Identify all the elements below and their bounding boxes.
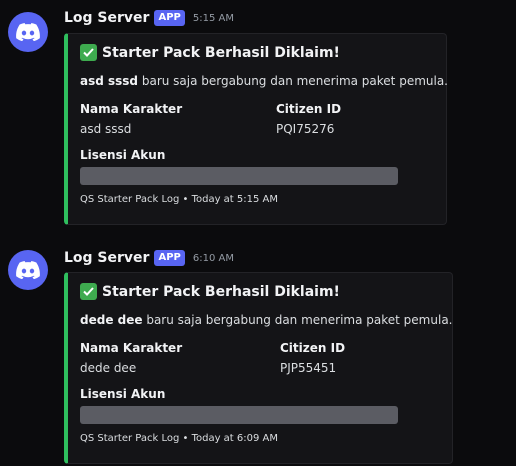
embed-title: Starter Pack Berhasil Diklaim! [80,283,340,300]
embed-footer: QS Starter Pack Log • Today at 5:15 AM [80,194,278,205]
discord-icon [16,23,40,41]
app-badge: APP [154,250,185,266]
field-name-character: Nama Karakter [80,341,183,355]
description-text: baru saja bergabung dan menerima paket p… [142,313,453,327]
field-name-license: Lisensi Akun [80,387,166,401]
message-header: Log Server APP 5:15 AM [64,10,234,26]
embed-description: dede dee baru saja bergabung dan menerim… [80,313,452,327]
avatar[interactable] [8,250,48,290]
message-header: Log Server APP 6:10 AM [64,250,234,266]
field-value-character: asd sssd [80,122,132,136]
timestamp[interactable]: 6:10 AM [193,253,234,264]
player-name: dede dee [80,313,143,327]
field-name-citizen-id: Citizen ID [276,102,342,116]
description-text: baru saja bergabung dan menerima paket p… [138,74,448,88]
field-value-citizen-id: PQI75276 [276,122,335,136]
avatar[interactable] [8,12,48,52]
license-spoiler[interactable] [80,167,398,185]
check-mark-icon [80,44,97,61]
field-value-citizen-id: PJP55451 [280,361,337,375]
field-value-character: dede dee [80,361,137,375]
license-spoiler[interactable] [80,406,398,424]
player-name: asd sssd [80,74,139,88]
field-name-license: Lisensi Akun [80,148,166,162]
embed-title-text: Starter Pack Berhasil Diklaim! [102,44,340,61]
discord-icon [16,261,40,279]
embed: Starter Pack Berhasil Diklaim! dede dee … [64,272,453,464]
embed-title: Starter Pack Berhasil Diklaim! [80,44,340,61]
field-name-citizen-id: Citizen ID [280,341,346,355]
app-badge: APP [154,10,185,26]
embed: Starter Pack Berhasil Diklaim! asd sssd … [64,33,448,225]
embed-footer: QS Starter Pack Log • Today at 6:09 AM [80,433,278,444]
timestamp[interactable]: 5:15 AM [193,13,234,24]
username[interactable]: Log Server [64,250,149,266]
embed-title-text: Starter Pack Berhasil Diklaim! [102,283,340,300]
embed-description: asd sssd baru saja bergabung dan menerim… [80,74,448,88]
username[interactable]: Log Server [64,10,149,26]
check-mark-icon [80,283,97,300]
field-name-character: Nama Karakter [80,102,183,116]
